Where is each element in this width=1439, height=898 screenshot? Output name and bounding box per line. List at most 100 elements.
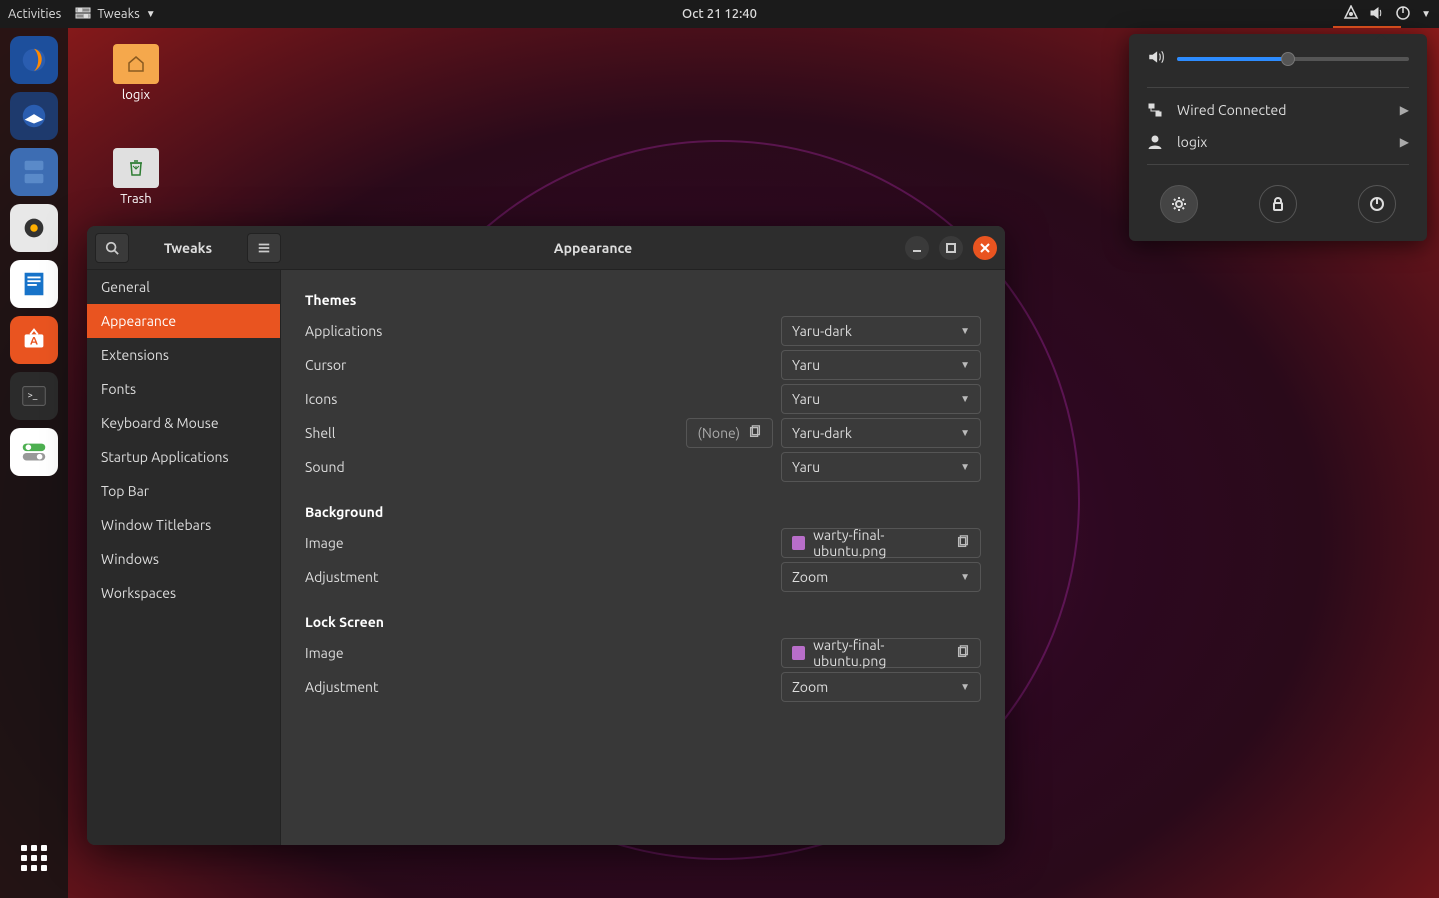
icons-theme-combo[interactable]: Yaru ▼ xyxy=(781,384,981,414)
file-name: warty-final-ubuntu.png xyxy=(813,637,948,669)
sidebar-item-appearance[interactable]: Appearance xyxy=(87,304,280,338)
settings-button[interactable] xyxy=(1160,185,1198,223)
volume-slider[interactable] xyxy=(1177,57,1409,61)
chevron-down-icon: ▼ xyxy=(960,393,970,405)
svg-text:>_: >_ xyxy=(27,389,37,400)
user-menu-item[interactable]: logix ▶ xyxy=(1129,126,1427,158)
dock-rhythmbox[interactable] xyxy=(10,204,58,252)
dock-libreoffice-writer[interactable] xyxy=(10,260,58,308)
combo-value: Zoom xyxy=(792,679,828,695)
file-name: warty-final-ubuntu.png xyxy=(813,527,948,559)
chevron-down-icon: ▼ xyxy=(960,325,970,337)
lockscreen-image-button[interactable]: warty-final-ubuntu.png xyxy=(781,638,981,668)
activities-button[interactable]: Activities xyxy=(8,7,61,21)
dock-tweaks[interactable] xyxy=(10,428,58,476)
combo-value: Yaru xyxy=(792,357,820,373)
shell-label: Shell xyxy=(305,425,686,441)
sidebar-item-extensions[interactable]: Extensions xyxy=(87,338,280,372)
power-icon[interactable] xyxy=(1395,5,1411,24)
search-button[interactable] xyxy=(95,233,129,263)
network-icon[interactable] xyxy=(1343,5,1359,24)
chevron-right-icon: ▶ xyxy=(1400,103,1409,117)
lockscreen-adjustment-label: Adjustment xyxy=(305,679,781,695)
window-close-button[interactable] xyxy=(973,236,997,260)
sidebar-item-general[interactable]: General xyxy=(87,270,280,304)
document-icon xyxy=(748,425,762,442)
section-background-title: Background xyxy=(305,504,981,520)
tweaks-app-icon xyxy=(75,5,91,24)
background-image-label: Image xyxy=(305,535,781,551)
desktop-trash[interactable]: Trash xyxy=(96,148,176,206)
desktop-home-folder[interactable]: logix xyxy=(96,44,176,102)
chevron-down-icon[interactable]: ▼ xyxy=(1421,8,1431,20)
section-themes-title: Themes xyxy=(305,292,981,308)
clock[interactable]: Oct 21 12:40 xyxy=(682,7,757,21)
status-area-active-indicator xyxy=(1333,26,1401,28)
dock: A >_ xyxy=(0,28,68,898)
chevron-down-icon: ▼ xyxy=(146,8,156,20)
sidebar-item-window-titlebars[interactable]: Window Titlebars xyxy=(87,508,280,542)
sidebar-item-top-bar[interactable]: Top Bar xyxy=(87,474,280,508)
window-app-title: Tweaks xyxy=(135,240,241,256)
window-minimize-button[interactable] xyxy=(905,236,929,260)
tweaks-content: Themes Applications Yaru-dark▼ Cursor Ya… xyxy=(281,270,1005,845)
top-bar: Activities Tweaks ▼ Oct 21 12:40 ▼ xyxy=(0,0,1439,28)
power-button[interactable] xyxy=(1358,185,1396,223)
dock-thunderbird[interactable] xyxy=(10,92,58,140)
combo-value: Yaru xyxy=(792,459,820,475)
hamburger-menu-button[interactable] xyxy=(247,233,281,263)
shell-theme-file-button[interactable]: (None) xyxy=(686,418,773,448)
dock-files[interactable] xyxy=(10,148,58,196)
dock-terminal[interactable]: >_ xyxy=(10,372,58,420)
document-icon xyxy=(956,535,970,552)
cursor-label: Cursor xyxy=(305,357,781,373)
separator xyxy=(1147,87,1409,88)
combo-value: Yaru xyxy=(792,391,820,407)
sound-theme-combo[interactable]: Yaru ▼ xyxy=(781,452,981,482)
volume-icon xyxy=(1147,48,1165,69)
background-image-button[interactable]: warty-final-ubuntu.png xyxy=(781,528,981,558)
window-titlebar[interactable]: Tweaks Appearance xyxy=(87,226,1005,270)
wired-network-icon xyxy=(1147,102,1163,118)
dock-firefox[interactable] xyxy=(10,36,58,84)
combo-value: Yaru-dark xyxy=(792,323,852,339)
system-menu-popover: Wired Connected ▶ logix ▶ xyxy=(1129,34,1427,241)
sidebar-item-windows[interactable]: Windows xyxy=(87,542,280,576)
icons-label: Icons xyxy=(305,391,781,407)
window-maximize-button[interactable] xyxy=(939,236,963,260)
combo-value: Yaru-dark xyxy=(792,425,852,441)
sidebar-item-startup-applications[interactable]: Startup Applications xyxy=(87,440,280,474)
separator xyxy=(1147,164,1409,165)
user-label: logix xyxy=(1177,134,1386,150)
document-icon xyxy=(956,645,970,662)
background-adjustment-label: Adjustment xyxy=(305,569,781,585)
background-adjustment-combo[interactable]: Zoom▼ xyxy=(781,562,981,592)
volume-icon[interactable] xyxy=(1369,5,1385,24)
desktop-icon-label: logix xyxy=(96,88,176,102)
sidebar-item-fonts[interactable]: Fonts xyxy=(87,372,280,406)
dock-software[interactable]: A xyxy=(10,316,58,364)
chevron-down-icon: ▼ xyxy=(960,359,970,371)
image-file-icon xyxy=(792,536,805,550)
network-menu-item[interactable]: Wired Connected ▶ xyxy=(1129,94,1427,126)
window-page-title: Appearance xyxy=(281,240,905,256)
user-icon xyxy=(1147,134,1163,150)
sidebar-item-workspaces[interactable]: Workspaces xyxy=(87,576,280,610)
chevron-down-icon: ▼ xyxy=(960,461,970,473)
chevron-right-icon: ▶ xyxy=(1400,135,1409,149)
lock-button[interactable] xyxy=(1259,185,1297,223)
combo-value: Zoom xyxy=(792,569,828,585)
applications-theme-combo[interactable]: Yaru-dark ▼ xyxy=(781,316,981,346)
lockscreen-adjustment-combo[interactable]: Zoom▼ xyxy=(781,672,981,702)
tweaks-window: Tweaks Appearance GeneralAppearanceExten… xyxy=(87,226,1005,845)
desktop-icon-label: Trash xyxy=(96,192,176,206)
shell-theme-combo[interactable]: Yaru-dark▼ xyxy=(781,418,981,448)
sidebar-item-keyboard-mouse[interactable]: Keyboard & Mouse xyxy=(87,406,280,440)
network-label: Wired Connected xyxy=(1177,102,1386,118)
cursor-theme-combo[interactable]: Yaru ▼ xyxy=(781,350,981,380)
section-lockscreen-title: Lock Screen xyxy=(305,614,981,630)
show-applications-button[interactable] xyxy=(10,834,58,882)
app-menu[interactable]: Tweaks ▼ xyxy=(75,5,155,24)
svg-text:A: A xyxy=(30,336,38,348)
image-file-icon xyxy=(792,646,805,660)
